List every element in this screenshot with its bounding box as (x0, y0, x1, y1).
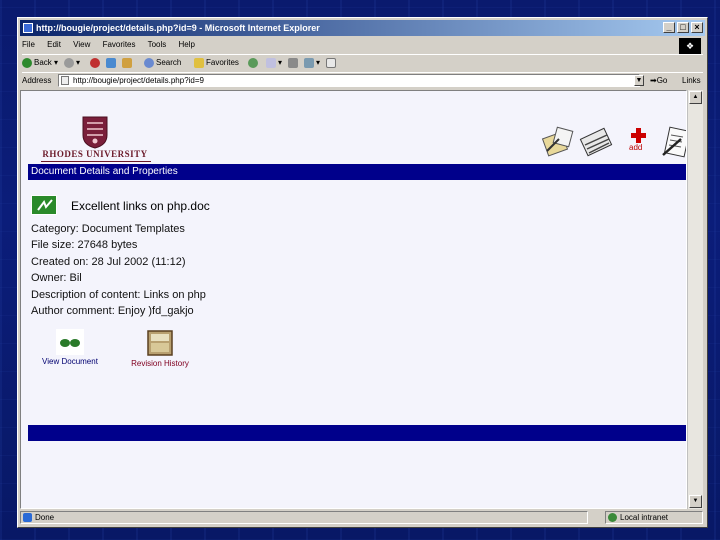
mail-button[interactable]: ▾ (266, 55, 282, 71)
forward-button[interactable]: ▾ (64, 55, 80, 71)
address-bar: Address http://bougie/project/details.ph… (22, 72, 703, 101)
security-zone: Local intranet (605, 511, 703, 524)
page-icon (61, 76, 69, 85)
discuss-icon (326, 57, 336, 68)
search-button[interactable]: Search (144, 55, 181, 71)
scroll-down-icon[interactable]: ▼ (689, 495, 702, 508)
menu-help[interactable]: Help (179, 40, 195, 49)
property-category: Category: Document Templates (31, 223, 185, 235)
logo-underline (41, 161, 151, 162)
minimize-button[interactable]: _ (663, 22, 675, 33)
document-properties: Category: Document Templates File size: … (31, 221, 206, 319)
address-label: Address (22, 76, 52, 85)
menu-file[interactable]: File (22, 40, 35, 49)
property-author-comment: Author comment: Enjoy )fd_gakjo (31, 305, 194, 318)
maximize-button[interactable]: □ (677, 22, 689, 33)
history-button[interactable] (248, 55, 260, 71)
footer-bar (28, 425, 686, 441)
print-icon (288, 57, 298, 68)
edit-document-icon[interactable] (659, 125, 687, 159)
edit-button[interactable]: ▾ (304, 55, 320, 71)
vertical-scrollbar[interactable]: ▲ ▼ (687, 90, 703, 509)
back-button[interactable]: Back ▾ (22, 55, 58, 71)
windows-logo-throbber: ❖ (679, 38, 701, 54)
menu-edit[interactable]: Edit (47, 40, 61, 49)
menu-view[interactable]: View (73, 40, 90, 49)
mail-icon (266, 57, 276, 68)
status-bar: Done Local intranet (20, 511, 705, 526)
property-owner: Owner: Bil (31, 272, 82, 285)
browser-window: http://bougie/project/details.php?id=9 -… (17, 17, 708, 528)
document-title: Excellent links on php.doc (71, 199, 210, 213)
crest-icon (82, 116, 108, 149)
address-dropdown-button[interactable]: ▼ (634, 75, 644, 86)
scroll-up-icon[interactable]: ▲ (689, 91, 702, 104)
add-label: add (629, 143, 643, 152)
ie-icon (23, 23, 33, 33)
ie-status-icon (23, 513, 32, 522)
revision-book-icon (147, 330, 173, 356)
menu-tools[interactable]: Tools (148, 40, 167, 49)
page-viewport: RHODES UNIVERSITY add Document Details a… (20, 90, 687, 509)
stop-icon (90, 57, 100, 68)
forward-arrow-icon (64, 57, 74, 68)
print-button[interactable] (288, 55, 300, 71)
favorites-icon (194, 57, 204, 68)
property-file-size: File size: 27648 bytes (31, 239, 138, 252)
university-name: RHODES UNIVERSITY (42, 149, 148, 159)
property-created-on: Created on: 28 Jul 2002 (11:12) (31, 255, 186, 268)
discuss-button[interactable] (326, 55, 338, 71)
home-button[interactable] (122, 55, 134, 71)
manage-documents-icon[interactable] (579, 125, 613, 159)
intranet-icon (608, 513, 617, 522)
add-button[interactable]: add (629, 127, 651, 157)
upload-document-icon[interactable] (541, 125, 575, 159)
favorites-button[interactable]: Favorites (194, 55, 239, 71)
edit-icon (304, 57, 314, 68)
status-text: Done (20, 511, 588, 524)
home-icon (122, 57, 132, 68)
go-button[interactable]: ➡Go (650, 73, 667, 89)
window-title: http://bougie/project/details.php?id=9 -… (36, 23, 320, 33)
title-bar: http://bougie/project/details.php?id=9 -… (20, 20, 705, 36)
revision-history-label: Revision History (131, 359, 189, 368)
menu-bar: File Edit View Favorites Tools Help (22, 38, 205, 52)
back-arrow-icon (22, 57, 32, 68)
history-icon (248, 57, 258, 68)
stop-button[interactable] (90, 55, 102, 71)
toolbar-actions: add (541, 125, 687, 165)
address-input[interactable]: http://bougie/project/details.php?id=9 (58, 74, 640, 87)
menu-favorites[interactable]: Favorites (103, 40, 136, 49)
section-header: Document Details and Properties (28, 164, 686, 180)
document-type-icon (31, 195, 57, 215)
view-document-label: View Document (42, 357, 98, 366)
glasses-icon (56, 329, 84, 355)
revision-history-link[interactable]: Revision History (115, 329, 205, 368)
refresh-icon (106, 57, 116, 68)
document-actions: View Document Revision History (35, 329, 335, 369)
close-button[interactable]: × (691, 22, 703, 33)
refresh-button[interactable] (106, 55, 118, 71)
view-document-link[interactable]: View Document (35, 329, 105, 366)
property-description: Description of content: Links on php (31, 288, 206, 301)
university-logo: RHODES UNIVERSITY (35, 115, 155, 163)
search-icon (144, 57, 154, 68)
standard-toolbar: Back ▾ ▾ Search Favorites ▾ ▾ (22, 54, 703, 71)
